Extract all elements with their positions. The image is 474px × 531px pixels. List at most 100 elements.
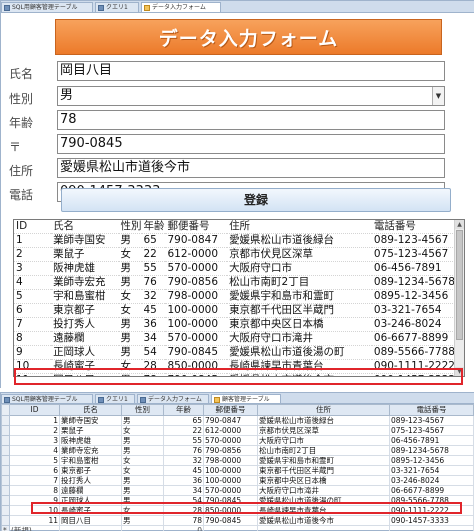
tab-query1-bottom[interactable]: クエリ1	[95, 394, 135, 403]
register-button[interactable]: 登録	[61, 188, 451, 212]
ds-cell-name[interactable]: 岡目八目	[59, 515, 122, 526]
ds-cell-phone[interactable]: 0895-12-3456	[389, 455, 474, 466]
ds-cell-zip[interactable]: 570-0000	[203, 485, 258, 496]
ds-cell-zip[interactable]: 790-0847	[203, 415, 258, 426]
tab-data-entry-form[interactable]: データ入力フォーム	[141, 2, 221, 12]
table-row[interactable]: 8 遠藤欄男 34 570-0000 大阪府守口市滝井 06-6677-8899	[1, 485, 474, 496]
customer-list[interactable]: ID 氏名 性別 年齢 郵便番号 住所 電話番号 1 業師寺国安男 65 790-08…	[13, 219, 465, 377]
ds-cell-zip[interactable]: 790-0845	[203, 515, 258, 526]
list-item[interactable]: 1 業師寺国安男 65 790-0847 愛媛県松山市道後緑台 089-123-4567	[14, 233, 455, 248]
ds-header-zip[interactable]: 郵便番号	[203, 404, 258, 416]
ds-cell-phone[interactable]: 03-246-8024	[389, 475, 474, 486]
ds-header-phone[interactable]: 電話番号	[389, 404, 474, 416]
ds-cell-phone[interactable]: 075-123-4567	[389, 425, 474, 436]
table-row[interactable]: 7 投打秀人男 36 100-0000 東京都中央区日本橋 03-246-8024	[1, 475, 474, 486]
ds-cell-id[interactable]: 3	[9, 435, 60, 446]
ds-cell-zip[interactable]: 798-0000	[203, 455, 258, 466]
new-record-cell[interactable]	[389, 525, 474, 531]
new-record-id[interactable]: (新規)	[9, 525, 60, 531]
ds-cell-address[interactable]: 愛媛県松山市道後緑台	[257, 415, 390, 426]
age-field[interactable]: 78	[57, 110, 445, 130]
list-item[interactable]: 7 投打秀人男 36 100-0000 東京都中央区日本橋 03-246-8024	[14, 317, 455, 332]
ds-cell-phone[interactable]: 089-1234-5678	[389, 445, 474, 456]
ds-cell-name[interactable]: 阪神虎雄	[59, 435, 122, 446]
ds-cell-age[interactable]: 78	[163, 515, 204, 526]
tab-customer-table[interactable]: 顧客管理テーブル	[211, 394, 281, 403]
table-row[interactable]: 11 岡目八目男 78 790-0845 愛媛県松山市道後今市 090-1457-3333	[1, 515, 474, 526]
new-record-cell[interactable]	[257, 525, 390, 531]
table-row[interactable]: 2 栗鼠子女 22 612-0000 京都市伏見区深草 075-123-4567	[1, 425, 474, 436]
record-selector[interactable]	[1, 515, 10, 526]
ds-cell-name[interactable]: 業師寺宏充	[59, 445, 122, 456]
scroll-thumb[interactable]	[456, 230, 463, 340]
scroll-up-icon[interactable]: ▲	[455, 220, 464, 229]
record-selector[interactable]	[1, 485, 10, 496]
list-item[interactable]: 2 栗鼠子女 22 612-0000 京都市伏見区深草 075-123-4567	[14, 247, 455, 262]
ds-cell-id[interactable]: 7	[9, 475, 60, 486]
record-selector[interactable]	[1, 435, 10, 446]
ds-cell-address[interactable]: 愛媛県松山市道後今市	[257, 515, 390, 526]
tab-sql-customer-table-bottom[interactable]: SQL用顧客管理テーブル	[1, 394, 93, 403]
ds-cell-age[interactable]: 76	[163, 445, 204, 456]
list-item[interactable]: 4 業師寺宏充男 76 790-0856 松山市南町2丁目 089-1234-5678	[14, 275, 455, 290]
ds-cell-sex[interactable]: 男	[121, 475, 164, 486]
record-selector-header[interactable]	[1, 404, 10, 416]
ds-cell-sex[interactable]: 男	[121, 435, 164, 446]
ds-cell-id[interactable]: 4	[9, 445, 60, 456]
ds-header-id[interactable]: ID	[9, 404, 60, 416]
ds-cell-sex[interactable]: 男	[121, 415, 164, 426]
ds-cell-address[interactable]: 愛媛県宇和島市和霊町	[257, 455, 390, 466]
ds-cell-phone[interactable]: 090-1457-3333	[389, 515, 474, 526]
list-scrollbar[interactable]: ▲ ▼	[454, 220, 464, 376]
new-record-row[interactable]: * (新規) 0	[1, 525, 474, 531]
ds-cell-age[interactable]: 55	[163, 435, 204, 446]
ds-header-name[interactable]: 氏名	[59, 404, 122, 416]
ds-cell-address[interactable]: 東京都中央区日本橋	[257, 475, 390, 486]
name-field[interactable]: 岡目八目	[57, 61, 445, 81]
ds-cell-id[interactable]: 8	[9, 485, 60, 496]
record-selector[interactable]	[1, 505, 10, 516]
ds-cell-sex[interactable]: 女	[121, 455, 164, 466]
new-record-age[interactable]: 0	[163, 525, 204, 531]
list-item[interactable]: 5 宇和島蜜柑女 32 798-0000 愛媛県宇和島市和霊町 0895-12-3456	[14, 289, 455, 304]
ds-cell-phone[interactable]: 06-456-7891	[389, 435, 474, 446]
ds-cell-zip[interactable]: 100-0000	[203, 465, 258, 476]
address-field[interactable]: 愛媛県松山市道後今市	[57, 158, 445, 178]
ds-cell-address[interactable]: 京都市伏見区深草	[257, 425, 390, 436]
table-row[interactable]: 1 業師寺国安男 65 790-0847 愛媛県松山市道後緑台 089-123-4567	[1, 415, 474, 426]
record-selector[interactable]	[1, 425, 10, 436]
ds-cell-address[interactable]: 東京都千代田区半蔵門	[257, 465, 390, 476]
ds-header-sex[interactable]: 性別	[121, 404, 164, 416]
record-selector[interactable]	[1, 495, 10, 506]
list-item[interactable]: 6 東京都子女 45 100-0000 東京都千代田区半蔵門 03-321-7654	[14, 303, 455, 318]
zip-field[interactable]: 790-0845	[57, 134, 445, 154]
ds-cell-sex[interactable]: 男	[121, 445, 164, 456]
ds-cell-id[interactable]: 1	[9, 415, 60, 426]
ds-cell-age[interactable]: 34	[163, 485, 204, 496]
table-row[interactable]: 5 宇和島蜜柑女 32 798-0000 愛媛県宇和島市和霊町 0895-12-3456	[1, 455, 474, 466]
ds-header-age[interactable]: 年齢	[163, 404, 204, 416]
ds-cell-age[interactable]: 45	[163, 465, 204, 476]
ds-cell-name[interactable]: 遠藤欄	[59, 485, 122, 496]
tab-sql-customer-table[interactable]: SQL用顧客管理テーブル	[1, 2, 93, 12]
ds-cell-name[interactable]: 東京都子	[59, 465, 122, 476]
ds-cell-address[interactable]: 松山市南町2丁目	[257, 445, 390, 456]
sex-combobox[interactable]: 男 ▼	[57, 86, 445, 106]
record-selector[interactable]	[1, 445, 10, 456]
ds-cell-zip[interactable]: 100-0000	[203, 475, 258, 486]
tab-data-entry-form-bottom[interactable]: データ入力フォーム	[137, 394, 209, 403]
ds-cell-id[interactable]: 2	[9, 425, 60, 436]
table-row[interactable]: 3 阪神虎雄男 55 570-0000 大阪府守口市 06-456-7891	[1, 435, 474, 446]
new-record-cell[interactable]	[121, 525, 164, 531]
ds-cell-name[interactable]: 宇和島蜜柑	[59, 455, 122, 466]
record-selector[interactable]	[1, 455, 10, 466]
ds-header-address[interactable]: 住所	[257, 404, 390, 416]
ds-cell-id[interactable]: 6	[9, 465, 60, 476]
list-item[interactable]: 8 遠藤欄男 34 570-0000 大阪府守口市滝井 06-6677-8899	[14, 331, 455, 346]
list-item[interactable]: 9 正岡球人男 54 790-0845 愛媛県松山市道後湯の町 089-5566-7788	[14, 345, 455, 360]
ds-cell-phone[interactable]: 089-123-4567	[389, 415, 474, 426]
list-item[interactable]: 3 阪神虎雄男 55 570-0000 大阪府守口市 06-456-7891	[14, 261, 455, 276]
ds-cell-age[interactable]: 65	[163, 415, 204, 426]
ds-cell-age[interactable]: 32	[163, 455, 204, 466]
record-selector[interactable]	[1, 475, 10, 486]
